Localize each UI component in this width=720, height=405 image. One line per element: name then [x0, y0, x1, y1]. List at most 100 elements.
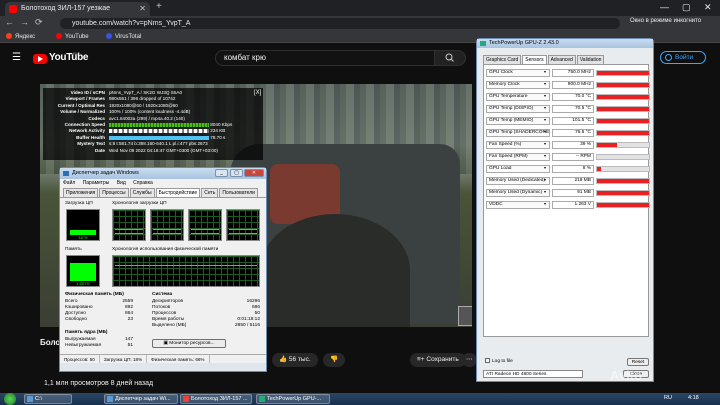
checkbox-box[interactable] [485, 358, 490, 363]
start-button[interactable] [4, 393, 16, 405]
like-button[interactable]: 👍 56 тыс. [272, 353, 318, 367]
buffer-health-bar [109, 135, 209, 140]
dropdown-arrow-icon[interactable]: ▾ [544, 165, 546, 170]
search-input[interactable]: комбат крю [215, 50, 435, 66]
dropdown-arrow-icon[interactable]: ▾ [544, 93, 546, 98]
task-manager-taskbar-icon [107, 396, 113, 402]
sensor-name[interactable]: Fan Speed (%) [486, 141, 550, 149]
forward-icon[interactable]: → [20, 17, 29, 27]
sensor-name[interactable]: GPU Temp (SHADERCORE) [486, 129, 550, 137]
sensor-name[interactable]: Memory Clock [486, 81, 550, 89]
log-to-file-checkbox[interactable]: Log to file [485, 358, 513, 364]
sensor-name[interactable]: Memory Used (Dedicated) [486, 177, 550, 185]
sensor-name[interactable]: GPU Temp (DISPIO) [486, 105, 550, 113]
menu-help[interactable]: Справка [133, 180, 153, 186]
bookmark-youtube[interactable]: YouTube [56, 32, 89, 42]
sensor-graph [596, 190, 650, 196]
taskbar-task-manager[interactable]: Диспетчер задач Wi... [104, 394, 178, 404]
menu-icon[interactable]: ☰ [12, 52, 21, 63]
minimize-button[interactable]: _ [215, 169, 228, 177]
sensor-name[interactable]: GPU Temperature [486, 93, 550, 101]
sensor-name[interactable]: Memory Used (Dynamic) [486, 189, 550, 197]
tab-advanced[interactable]: Advanced [547, 55, 576, 64]
tab-users[interactable]: Пользователи [219, 188, 258, 197]
tab-services[interactable]: Службы [129, 188, 155, 197]
card-select[interactable]: ATI Radeon HD 4800 Series [483, 370, 583, 378]
language-indicator[interactable]: RU [664, 395, 672, 401]
sensor-value: 219 MB [552, 177, 594, 185]
login-button[interactable]: Войти [660, 51, 706, 64]
close-button[interactable]: ✕ [244, 169, 264, 177]
browser-tab[interactable]: Болотоход ЗИЛ-157 уезжае ✕ [5, 2, 150, 16]
dropdown-arrow-icon[interactable]: ▾ [544, 189, 546, 194]
sensor-name[interactable]: GPU Clock [486, 69, 550, 77]
save-button[interactable]: ≡+ Сохранить [410, 353, 466, 367]
sensor-row: VDDC ▾ 1.263 V [486, 201, 650, 209]
gpuz-window[interactable]: TechPowerUp GPU-Z 2.43.0 Graphics Card S… [476, 38, 654, 382]
task-manager-titlebar[interactable]: Диспетчер задач Windows _ ▢ ✕ [60, 168, 266, 179]
back-icon[interactable]: ← [5, 17, 14, 27]
close-tab-icon[interactable]: ✕ [139, 2, 146, 16]
sensor-name[interactable]: GPU Load [486, 165, 550, 173]
dropdown-arrow-icon[interactable]: ▾ [544, 153, 546, 158]
gpuz-titlebar[interactable]: TechPowerUp GPU-Z 2.43.0 [477, 39, 653, 48]
maximize-icon[interactable]: ▢ [682, 2, 691, 13]
sensor-graph-fill [597, 167, 602, 171]
menu-bar: Файл Параметры Вид Справка [60, 179, 266, 188]
dropdown-arrow-icon[interactable]: ▾ [544, 81, 546, 86]
tab-graphics-card[interactable]: Graphics Card [483, 55, 522, 64]
tab-applications[interactable]: Приложения [63, 188, 99, 197]
dropdown-arrow-icon[interactable]: ▾ [544, 141, 546, 146]
menu-view[interactable]: Вид [117, 180, 126, 186]
dropdown-arrow-icon[interactable]: ▾ [544, 105, 546, 110]
physical-memory-header: Физическая память (МБ) [65, 292, 124, 297]
tab-sensors[interactable]: Sensors [522, 55, 547, 64]
minimize-icon[interactable]: — [660, 2, 669, 12]
more-actions-button[interactable]: ⋯ [462, 353, 477, 367]
cpu-graph-core-1 [112, 209, 146, 241]
youtube-logo-text[interactable]: YouTube [49, 52, 89, 63]
taskbar-clock[interactable]: 4:18 [688, 395, 699, 401]
dropdown-arrow-icon[interactable]: ▾ [544, 117, 546, 122]
taskbar-gpuz[interactable]: TechPowerUp GPU-... [256, 394, 330, 404]
maximize-button[interactable]: ▢ [230, 169, 243, 177]
system-header: Система [152, 292, 173, 297]
sensor-name[interactable]: VDDC [486, 201, 550, 209]
dislike-button[interactable]: 👎 [323, 353, 346, 367]
reset-button[interactable]: Reset [627, 358, 649, 366]
stats-row: Date Wed Nov 09 2022 04:18:47 GMT+0300 (G… [95, 147, 218, 153]
dropdown-arrow-icon[interactable]: ▾ [544, 129, 546, 134]
dropdown-arrow-icon[interactable]: ▾ [544, 177, 546, 182]
sensor-value: 750.0 MHz [552, 69, 594, 77]
taskbar-browser[interactable]: Болотоход ЗИЛ-157 ... [180, 394, 252, 404]
bookmark-yandex[interactable]: Яндекс [6, 32, 35, 42]
youtube-logo-icon[interactable] [33, 54, 47, 64]
taskbar-explorer[interactable]: С:\ [24, 394, 72, 404]
tab-validation[interactable]: Validation [576, 55, 605, 64]
menu-file[interactable]: Файл [63, 180, 75, 186]
video-thumbnail [458, 306, 472, 326]
task-manager-icon [63, 171, 69, 176]
tab-performance[interactable]: Быстродействие [155, 188, 201, 197]
new-tab-icon[interactable]: + [156, 1, 162, 12]
close-stats-button[interactable]: [X] [254, 90, 261, 96]
cpu-graph-core-2 [150, 209, 184, 241]
tab-processes[interactable]: Процессы [99, 188, 129, 197]
menu-options[interactable]: Параметры [83, 180, 110, 186]
close-window-icon[interactable]: ✕ [704, 2, 712, 13]
system-row: Выделено (МБ) 2850 / 5116 [152, 323, 260, 328]
sensor-name[interactable]: GPU Temp (MEMIO) [486, 117, 550, 125]
url-field[interactable]: youtube.com/watch?v=pNms_YvpT_A [60, 18, 620, 29]
dropdown-arrow-icon[interactable]: ▾ [544, 201, 546, 206]
reload-icon[interactable]: ⟳ [35, 17, 43, 28]
resource-monitor-button[interactable]: ▣ Монитор ресурсов... [152, 339, 226, 348]
task-manager-window[interactable]: Диспетчер задач Windows _ ▢ ✕ Файл Парам… [59, 167, 267, 372]
dropdown-arrow-icon[interactable]: ▾ [544, 69, 546, 74]
bookmark-virustotal[interactable]: VirusTotal [106, 32, 141, 42]
kernel-memory-row: Выгружаемая 147 [65, 337, 133, 342]
incognito-label[interactable]: Окно в режиме инкогнито [630, 18, 701, 24]
sensor-name[interactable]: Fan Speed (RPM) [486, 153, 550, 161]
search-button[interactable] [434, 50, 466, 66]
tab-network[interactable]: Сеть [201, 188, 219, 197]
sensor-row: Memory Used (Dedicated) ▾ 219 MB [486, 177, 650, 185]
